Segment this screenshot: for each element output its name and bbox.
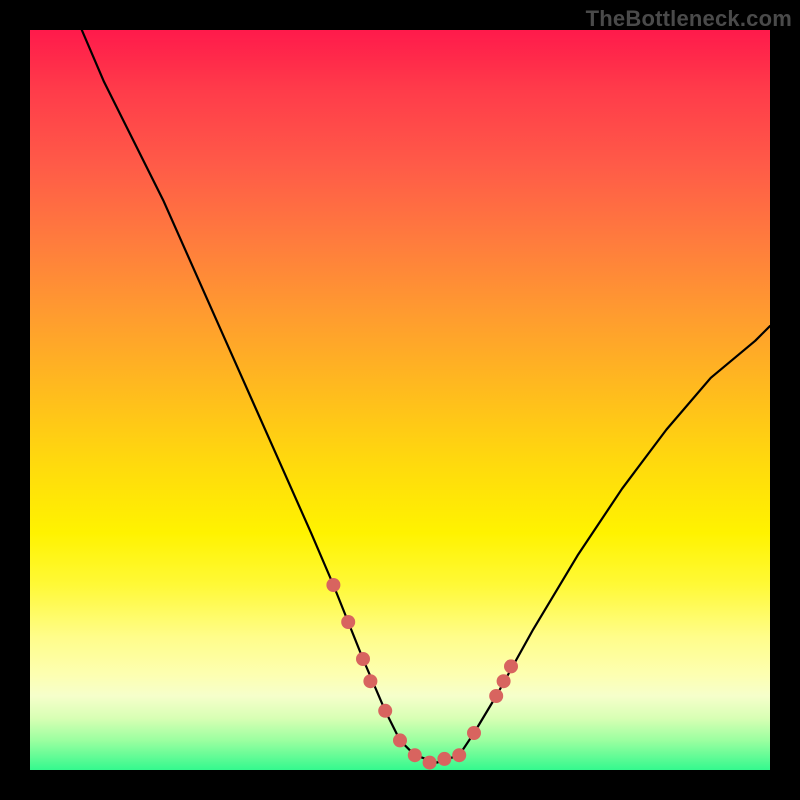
watermark-text: TheBottleneck.com — [586, 6, 792, 32]
marker-dot — [378, 704, 392, 718]
marker-dot — [497, 674, 511, 688]
marker-dot — [467, 726, 481, 740]
marker-dot — [408, 748, 422, 762]
marker-dot — [489, 689, 503, 703]
marker-dot — [363, 674, 377, 688]
marker-dots — [326, 578, 518, 770]
marker-dot — [437, 752, 451, 766]
chart-frame: TheBottleneck.com — [0, 0, 800, 800]
curve-svg — [30, 30, 770, 770]
marker-dot — [326, 578, 340, 592]
marker-dot — [452, 748, 466, 762]
marker-dot — [356, 652, 370, 666]
plot-area — [30, 30, 770, 770]
bottleneck-curve — [82, 30, 770, 763]
marker-dot — [341, 615, 355, 629]
marker-dot — [504, 659, 518, 673]
marker-dot — [423, 756, 437, 770]
marker-dot — [393, 733, 407, 747]
